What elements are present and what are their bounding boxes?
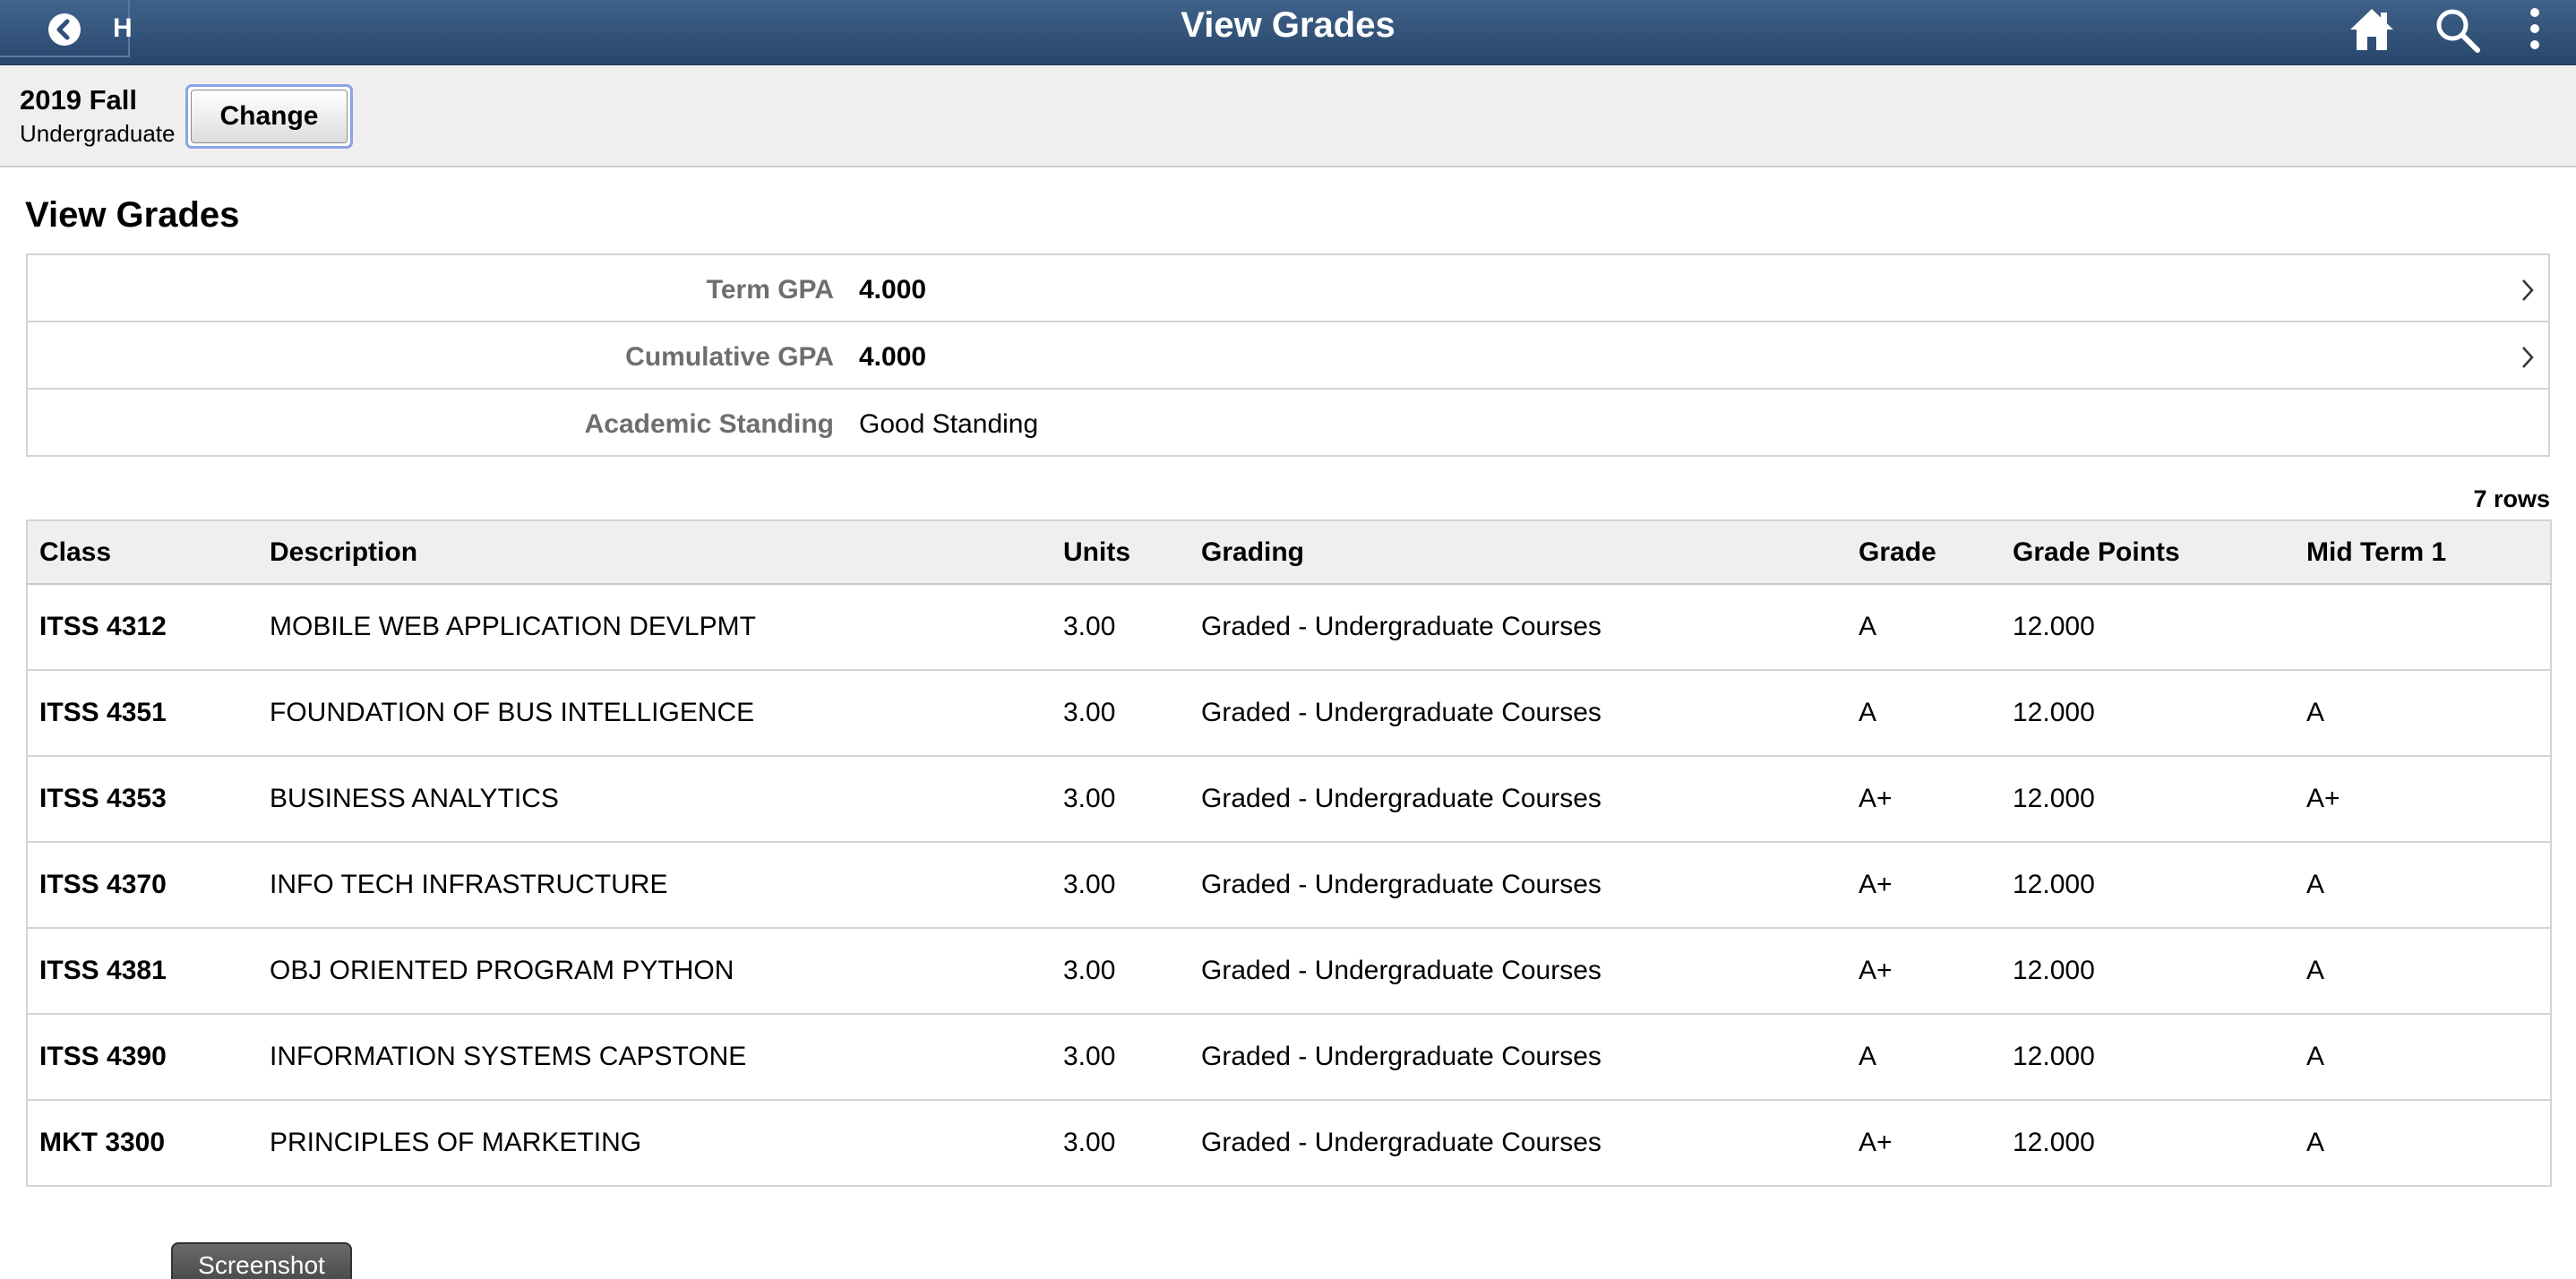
mid-term-cell <box>2295 584 2551 671</box>
more-icon[interactable] <box>2526 5 2544 60</box>
grade-points-cell: 12.000 <box>2001 756 2295 843</box>
grade-points-cell: 12.000 <box>2001 928 2295 1015</box>
units-cell: 3.00 <box>1052 670 1189 757</box>
class-cell: ITSS 4390 <box>27 1014 258 1101</box>
grade-cell: A+ <box>1859 1128 1893 1157</box>
change-term-button-label: Change <box>191 90 348 143</box>
table-row[interactable]: ITSS 4370 INFO TECH INFRASTRUCTURE 3.00 … <box>27 842 2551 929</box>
description-cell: BUSINESS ANALYTICS <box>258 756 1052 843</box>
home-icon[interactable] <box>2348 5 2396 58</box>
column-header-grade-points[interactable]: Grade Points <box>2001 520 2295 585</box>
table-row[interactable]: ITSS 4390 INFORMATION SYSTEMS CAPSTONE 3… <box>27 1014 2551 1101</box>
class-cell: ITSS 4381 <box>27 928 258 1015</box>
grading-cell: Graded - Undergraduate Courses <box>1189 756 1847 843</box>
grade-cell: A+ <box>1847 928 2001 1015</box>
grades-table: Class Description Units Grading Grade Gr… <box>26 519 2552 1187</box>
gpa-summary: Term GPA 4.000 Cumulative GPA 4.000 Acad… <box>26 253 2550 457</box>
table-row[interactable]: ITSS 4312 MOBILE WEB APPLICATION DEVLPMT… <box>27 584 2551 671</box>
header-bar: H View Grades <box>0 0 2576 65</box>
description-cell: FOUNDATION OF BUS INTELLIGENCE <box>258 670 1052 757</box>
page-header-title: View Grades <box>1181 5 1395 45</box>
description-cell: MOBILE WEB APPLICATION DEVLPMT <box>258 584 1052 671</box>
grade-cell: A <box>1847 1014 2001 1101</box>
column-header-class[interactable]: Class <box>27 520 258 585</box>
change-term-button[interactable]: Change <box>185 84 353 149</box>
term-gpa-value: 4.000 <box>859 275 927 305</box>
academic-standing-value: Good Standing <box>859 409 1039 439</box>
grading-cell: Graded - Undergraduate Courses <box>1201 1128 1601 1157</box>
grade-points-cell: 12.000 <box>2001 584 2295 671</box>
class-cell: MKT 3300 <box>39 1128 166 1157</box>
grade-points-cell: 12.000 <box>2001 1014 2295 1101</box>
units-cell: 3.00 <box>1052 842 1189 929</box>
grade-cell: A <box>1847 584 2001 671</box>
screenshot-button[interactable]: Screenshot <box>171 1242 352 1279</box>
mid-term-cell: A <box>2295 842 2551 929</box>
description-cell: INFORMATION SYSTEMS CAPSTONE <box>258 1014 1052 1101</box>
chevron-right-icon <box>2520 275 2537 310</box>
mid-term-cell: A <box>2295 670 2551 757</box>
column-header-grade[interactable]: Grade <box>1847 520 2001 585</box>
grading-cell: Graded - Undergraduate Courses <box>1189 670 1847 757</box>
term-name: 2019 Fall <box>20 84 137 116</box>
cumulative-gpa-row[interactable]: Cumulative GPA 4.000 <box>28 322 2548 390</box>
units-cell: 3.00 <box>1052 928 1189 1015</box>
class-cell: ITSS 4351 <box>27 670 258 757</box>
search-icon[interactable] <box>2433 5 2483 60</box>
units-cell: 3.00 <box>1052 584 1189 671</box>
units-cell: 3.00 <box>1052 1014 1189 1101</box>
units-cell: 3.00 <box>1063 1128 1116 1157</box>
grade-cell: A+ <box>1847 756 2001 843</box>
table-row[interactable]: ITSS 4351 FOUNDATION OF BUS INTELLIGENCE… <box>27 670 2551 757</box>
grade-cell: A <box>1847 670 2001 757</box>
class-cell: ITSS 4353 <box>27 756 258 843</box>
units-cell: 3.00 <box>1052 756 1189 843</box>
grading-cell: Graded - Undergraduate Courses <box>1189 584 1847 671</box>
mid-term-cell: A <box>2295 928 2551 1015</box>
description-cell: INFO TECH INFRASTRUCTURE <box>258 842 1052 929</box>
cumulative-gpa-label: Cumulative GPA <box>625 342 834 372</box>
grade-points-cell: 12.000 <box>2013 1128 2095 1157</box>
term-banner: 2019 Fall Undergraduate Change <box>0 66 2576 167</box>
table-row[interactable]: MKT 3300 PRINCIPLES OF MARKETING 3.00 Gr… <box>27 1100 2551 1186</box>
grading-cell: Graded - Undergraduate Courses <box>1189 1014 1847 1101</box>
grade-cell: A+ <box>1847 842 2001 929</box>
column-header-mid-term-1[interactable]: Mid Term 1 <box>2295 520 2551 585</box>
term-gpa-row[interactable]: Term GPA 4.000 <box>28 255 2548 322</box>
table-row[interactable]: ITSS 4353 BUSINESS ANALYTICS 3.00 Graded… <box>27 756 2551 843</box>
grade-points-cell: 12.000 <box>2001 842 2295 929</box>
grading-cell: Graded - Undergraduate Courses <box>1189 928 1847 1015</box>
column-header-description[interactable]: Description <box>258 520 1052 585</box>
mid-term-cell: A <box>2295 1014 2551 1101</box>
class-cell: ITSS 4312 <box>27 584 258 671</box>
mid-term-cell: A+ <box>2295 756 2551 843</box>
column-header-grading[interactable]: Grading <box>1189 520 1847 585</box>
column-header-units[interactable]: Units <box>1052 520 1189 585</box>
cumulative-gpa-value: 4.000 <box>859 342 927 372</box>
table-row[interactable]: ITSS 4381 OBJ ORIENTED PROGRAM PYTHON 3.… <box>27 928 2551 1015</box>
class-cell: ITSS 4370 <box>27 842 258 929</box>
term-gpa-label: Term GPA <box>706 275 834 305</box>
table-header-row: Class Description Units Grading Grade Gr… <box>27 520 2551 585</box>
grade-points-cell: 12.000 <box>2001 670 2295 757</box>
grading-cell: Graded - Undergraduate Courses <box>1189 842 1847 929</box>
term-career: Undergraduate <box>20 120 176 147</box>
page-title: View Grades <box>25 195 240 235</box>
academic-standing-label: Academic Standing <box>584 409 834 439</box>
chevron-right-icon <box>2520 342 2537 377</box>
description-cell: OBJ ORIENTED PROGRAM PYTHON <box>258 928 1052 1015</box>
rows-count: 7 rows <box>2473 485 2550 512</box>
mid-term-cell: A <box>2306 1128 2325 1157</box>
academic-standing-row: Academic Standing Good Standing <box>28 390 2548 457</box>
description-cell: PRINCIPLES OF MARKETING <box>270 1128 642 1157</box>
